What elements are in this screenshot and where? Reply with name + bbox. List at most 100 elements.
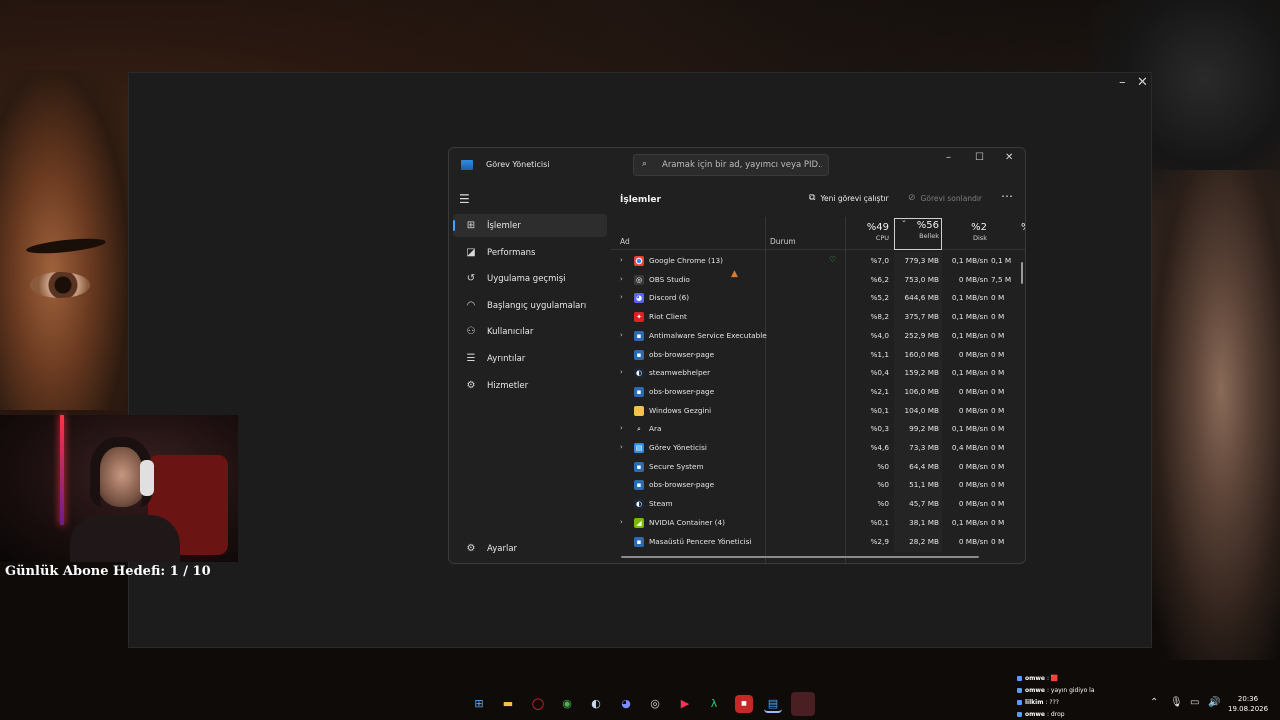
cpu-total: %49 xyxy=(866,222,889,233)
close-icon[interactable]: ✕ xyxy=(1005,152,1013,163)
tray-expand-icon[interactable]: ⌃ xyxy=(1150,697,1158,708)
process-name: Steam xyxy=(649,499,673,509)
opera-icon[interactable]: ◯ xyxy=(529,695,547,713)
process-row[interactable]: ▪ obs-browser-page %2,1 106,0 MB 0 MB/sn 0 M xyxy=(611,383,1025,402)
expand-chevron-icon[interactable]: › xyxy=(620,518,623,526)
process-row[interactable]: › ⌕ Ara %0,3 99,2 MB 0,1 MB/sn 0 M xyxy=(611,420,1025,439)
process-row[interactable]: ▪ obs-browser-page %0 51,1 MB 0 MB/sn 0 M xyxy=(611,476,1025,495)
cpu-value: %0,3 xyxy=(870,424,889,434)
app-history-icon: ↺ xyxy=(466,273,476,284)
nav-label: İşlemler xyxy=(487,220,521,231)
app-icon: ▪ xyxy=(634,480,644,491)
app-icon: ▪ xyxy=(634,349,644,360)
process-row[interactable]: ▪ Masaüstü Pencere Yöneticisi %2,9 28,2 MB 0… xyxy=(611,533,1025,552)
process-row[interactable]: › ▤ Görev Yöneticisi %4,6 73,3 MB 0,4 MB/sn 0 … xyxy=(611,439,1025,458)
nav-app-history[interactable]: ↺ Uygulama geçmişi xyxy=(453,267,607,290)
minimize-icon[interactable]: – xyxy=(946,152,951,163)
network-icon[interactable]: ▭ xyxy=(1190,697,1199,708)
clock-time: 20:36 xyxy=(1237,695,1259,703)
expand-chevron-icon[interactable]: › xyxy=(620,443,623,451)
taskmgr-icon[interactable]: ▤ xyxy=(764,695,782,713)
search-input[interactable] xyxy=(662,158,822,172)
expand-chevron-icon[interactable]: › xyxy=(620,256,623,264)
maximize-icon[interactable]: ☐ xyxy=(975,152,984,163)
column-header-name[interactable]: Ad xyxy=(620,237,630,246)
network-value: 7,5 M xyxy=(991,274,1012,284)
app-red-icon[interactable]: ■ xyxy=(735,695,753,713)
app-dark-red-icon[interactable] xyxy=(791,692,815,716)
nav-details[interactable]: ☰ Ayrıntılar xyxy=(453,347,607,370)
column-header-cpu[interactable]: %49 CPU xyxy=(841,222,889,242)
vertical-scrollbar[interactable] xyxy=(1021,262,1023,284)
nav-label: Hizmetler xyxy=(487,380,529,391)
expand-chevron-icon[interactable]: › xyxy=(620,368,623,376)
mouse-cursor-icon: ▲ xyxy=(731,269,738,279)
search-box[interactable]: ⌕ xyxy=(633,154,829,176)
process-row[interactable]: ✦ Riot Client %8,2 375,7 MB 0,1 MB/sn 0 M xyxy=(611,308,1025,327)
nav-processes[interactable]: ⊞ İşlemler xyxy=(453,214,607,237)
page-title: İşlemler xyxy=(620,195,661,205)
background-portrait-right xyxy=(1150,170,1280,660)
process-name: Antimalware Service Executable xyxy=(649,330,767,340)
process-name: Riot Client xyxy=(649,312,687,322)
process-row[interactable]: › Google Chrome (13) ♡ %7,0 779,3 MB 0,1 MB/s… xyxy=(611,252,1025,271)
process-row[interactable]: ▪ Secure System %0 64,4 MB 0 MB/sn 0 M xyxy=(611,458,1025,477)
steam-icon[interactable]: ◐ xyxy=(587,695,605,713)
taskbar: ⊞ ▬ ◯ ◉ ◐ ◕ ◎ ▶ λ ■ ▤ ⌃ 🎙 ▭ 🔊 20:36 19.0… xyxy=(0,688,1280,720)
disk-value: 0 MB/sn xyxy=(958,536,988,546)
column-header-memory[interactable]: ⌄ %56 Bellek xyxy=(894,216,942,250)
nav-settings[interactable]: ⚙ Ayarlar xyxy=(453,537,607,560)
volume-icon[interactable]: 🔊 xyxy=(1208,697,1220,708)
cpu-value: %6,2 xyxy=(870,274,889,284)
new-task-button[interactable]: ⧉ Yeni görevi çalıştır xyxy=(809,193,889,203)
cpu-value: %8,2 xyxy=(870,312,889,322)
expand-chevron-icon[interactable]: › xyxy=(620,424,623,432)
clock-date: 19.08.2026 xyxy=(1228,705,1269,713)
horizontal-scrollbar[interactable] xyxy=(621,556,979,558)
background-eye xyxy=(30,272,90,298)
microphone-icon[interactable]: 🎙 xyxy=(1170,697,1183,708)
file-explorer-icon[interactable]: ▬ xyxy=(499,695,517,713)
disk-value: 0,1 MB/sn xyxy=(951,330,988,340)
hamburger-menu-icon[interactable]: ☰ xyxy=(459,192,470,206)
process-row[interactable]: › ◢ NVIDIA Container (4) %0,1 38,1 MB 0,1 MB/… xyxy=(611,514,1025,533)
network-value: 0 M xyxy=(991,368,1005,378)
process-row[interactable]: › ◕ Discord (6) %5,2 644,6 MB 0,1 MB/sn 0 M xyxy=(611,289,1025,308)
clock[interactable]: 20:36 19.08.2026 xyxy=(1228,694,1268,714)
process-row[interactable]: › ◐ steamwebhelper %0,4 159,2 MB 0,1 MB/sn 0 M xyxy=(611,364,1025,383)
process-list: › Google Chrome (13) ♡ %7,0 779,3 MB 0,1 MB/s… xyxy=(611,252,1025,552)
obs-icon[interactable]: ◎ xyxy=(646,695,664,713)
process-row[interactable]: › ▪ Antimalware Service Executable %4,0 252,… xyxy=(611,327,1025,346)
youtube-icon[interactable]: ▶ xyxy=(676,695,694,713)
app-icon: ▪ xyxy=(634,330,644,341)
nav-performance[interactable]: ◪ Performans xyxy=(453,241,607,264)
cpu-value: %2,9 xyxy=(870,536,889,546)
minimize-icon[interactable]: – xyxy=(1119,75,1126,90)
expand-chevron-icon[interactable]: › xyxy=(620,275,623,283)
memory-label: Bellek xyxy=(919,232,939,240)
windows-start-icon[interactable]: ⊞ xyxy=(470,695,488,713)
app-green-icon[interactable]: λ xyxy=(705,695,723,713)
services-icon: ⚙ xyxy=(466,380,476,391)
network-value: 0 M xyxy=(991,349,1005,359)
process-row[interactable]: › ◎ OBS Studio %6,2 753,0 MB 0 MB/sn 7,5 M xyxy=(611,271,1025,290)
process-row[interactable]: Windows Gezgini %0,1 104,0 MB 0 MB/sn 0 M xyxy=(611,402,1025,421)
more-options-icon[interactable]: ⋯ xyxy=(1001,189,1013,203)
disk-value: 0 MB/sn xyxy=(958,386,988,396)
column-header-network[interactable]: % xyxy=(1021,222,1025,233)
chrome-icon[interactable]: ◉ xyxy=(558,695,576,713)
cpu-value: %0,1 xyxy=(870,517,889,527)
nav-users[interactable]: ⚇ Kullanıcılar xyxy=(453,320,607,343)
expand-chevron-icon[interactable]: › xyxy=(620,293,623,301)
discord-icon[interactable]: ◕ xyxy=(617,695,635,713)
process-row[interactable]: ◐ Steam %0 45,7 MB 0 MB/sn 0 M xyxy=(611,495,1025,514)
process-row[interactable]: ▪ obs-browser-page %1,1 160,0 MB 0 MB/sn 0 M xyxy=(611,346,1025,365)
column-header-status[interactable]: Durum xyxy=(770,237,796,246)
column-header-disk[interactable]: %2 Disk xyxy=(939,222,987,242)
close-icon[interactable]: ✕ xyxy=(1137,75,1148,90)
end-task-button[interactable]: ⊘ Görevi sonlandır xyxy=(908,193,982,203)
cpu-value: %4,6 xyxy=(870,443,889,452)
nav-services[interactable]: ⚙ Hizmetler xyxy=(453,374,607,397)
nav-startup[interactable]: ◠ Başlangıç uygulamaları xyxy=(453,294,607,317)
expand-chevron-icon[interactable]: › xyxy=(620,331,623,339)
